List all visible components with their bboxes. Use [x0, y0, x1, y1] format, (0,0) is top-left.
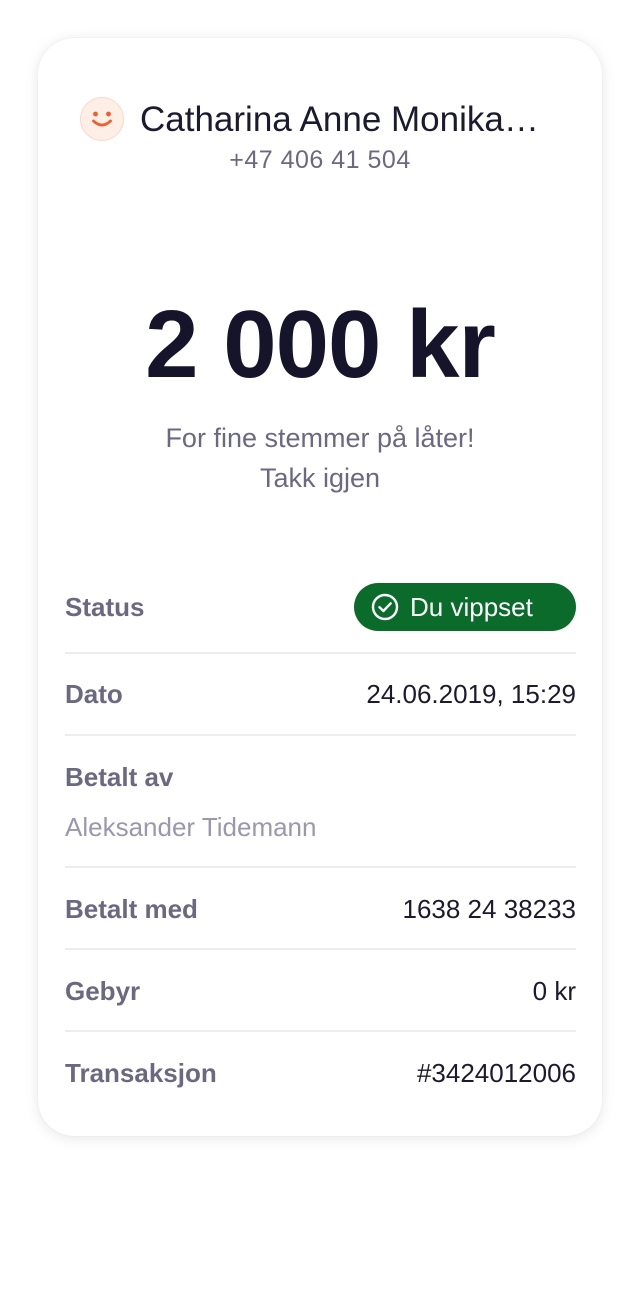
paid-with-row: Betalt med 1638 24 38233 — [65, 868, 576, 950]
transaction-value: #3424012006 — [416, 1058, 576, 1088]
status-label: Status — [65, 592, 145, 622]
fee-value: 0 kr — [532, 976, 576, 1006]
payment-amount: 2 000 kr — [145, 291, 496, 398]
message-line: For fine stemmer på låter! — [165, 423, 475, 453]
status-row: Status Du vippset — [65, 566, 576, 654]
recipient-phone: +47 406 41 504 — [229, 146, 411, 174]
recipient-name: Catharina Anne Monika… — [140, 100, 539, 139]
status-badge-text: Du vippset — [410, 592, 533, 622]
date-value: 24.06.2019, 15:29 — [366, 679, 576, 709]
paid-with-value: 1638 24 38233 — [402, 894, 576, 924]
fee-row: Gebyr 0 kr — [65, 950, 576, 1032]
smile-icon — [92, 111, 112, 127]
recipient-header: Catharina Anne Monika… — [38, 96, 602, 144]
paid-by-row: Betalt av Aleksander Tidemann — [65, 736, 576, 868]
check-circle-icon — [371, 593, 399, 621]
recipient-avatar — [80, 97, 124, 141]
date-label: Dato — [65, 679, 123, 709]
paid-by-value: Aleksander Tidemann — [65, 812, 317, 842]
transaction-row: Transaksjon #3424012006 — [65, 1032, 576, 1114]
message-line: Takk igjen — [259, 463, 381, 493]
date-row: Dato 24.06.2019, 15:29 — [65, 654, 576, 736]
details-list: Status Du vippset Dato 24.06.2019, 15:29… — [65, 566, 576, 1114]
transaction-card: Catharina Anne Monika… +47 406 41 504 2 … — [38, 38, 602, 1136]
transaction-label: Transaksjon — [65, 1058, 217, 1088]
paid-with-label: Betalt med — [65, 894, 198, 924]
status-badge: Du vippset — [354, 583, 576, 631]
fee-label: Gebyr — [65, 976, 141, 1006]
payment-message: For fine stemmer på låter! Takk igjen — [38, 418, 602, 498]
paid-by-label: Betalt av — [65, 762, 174, 792]
